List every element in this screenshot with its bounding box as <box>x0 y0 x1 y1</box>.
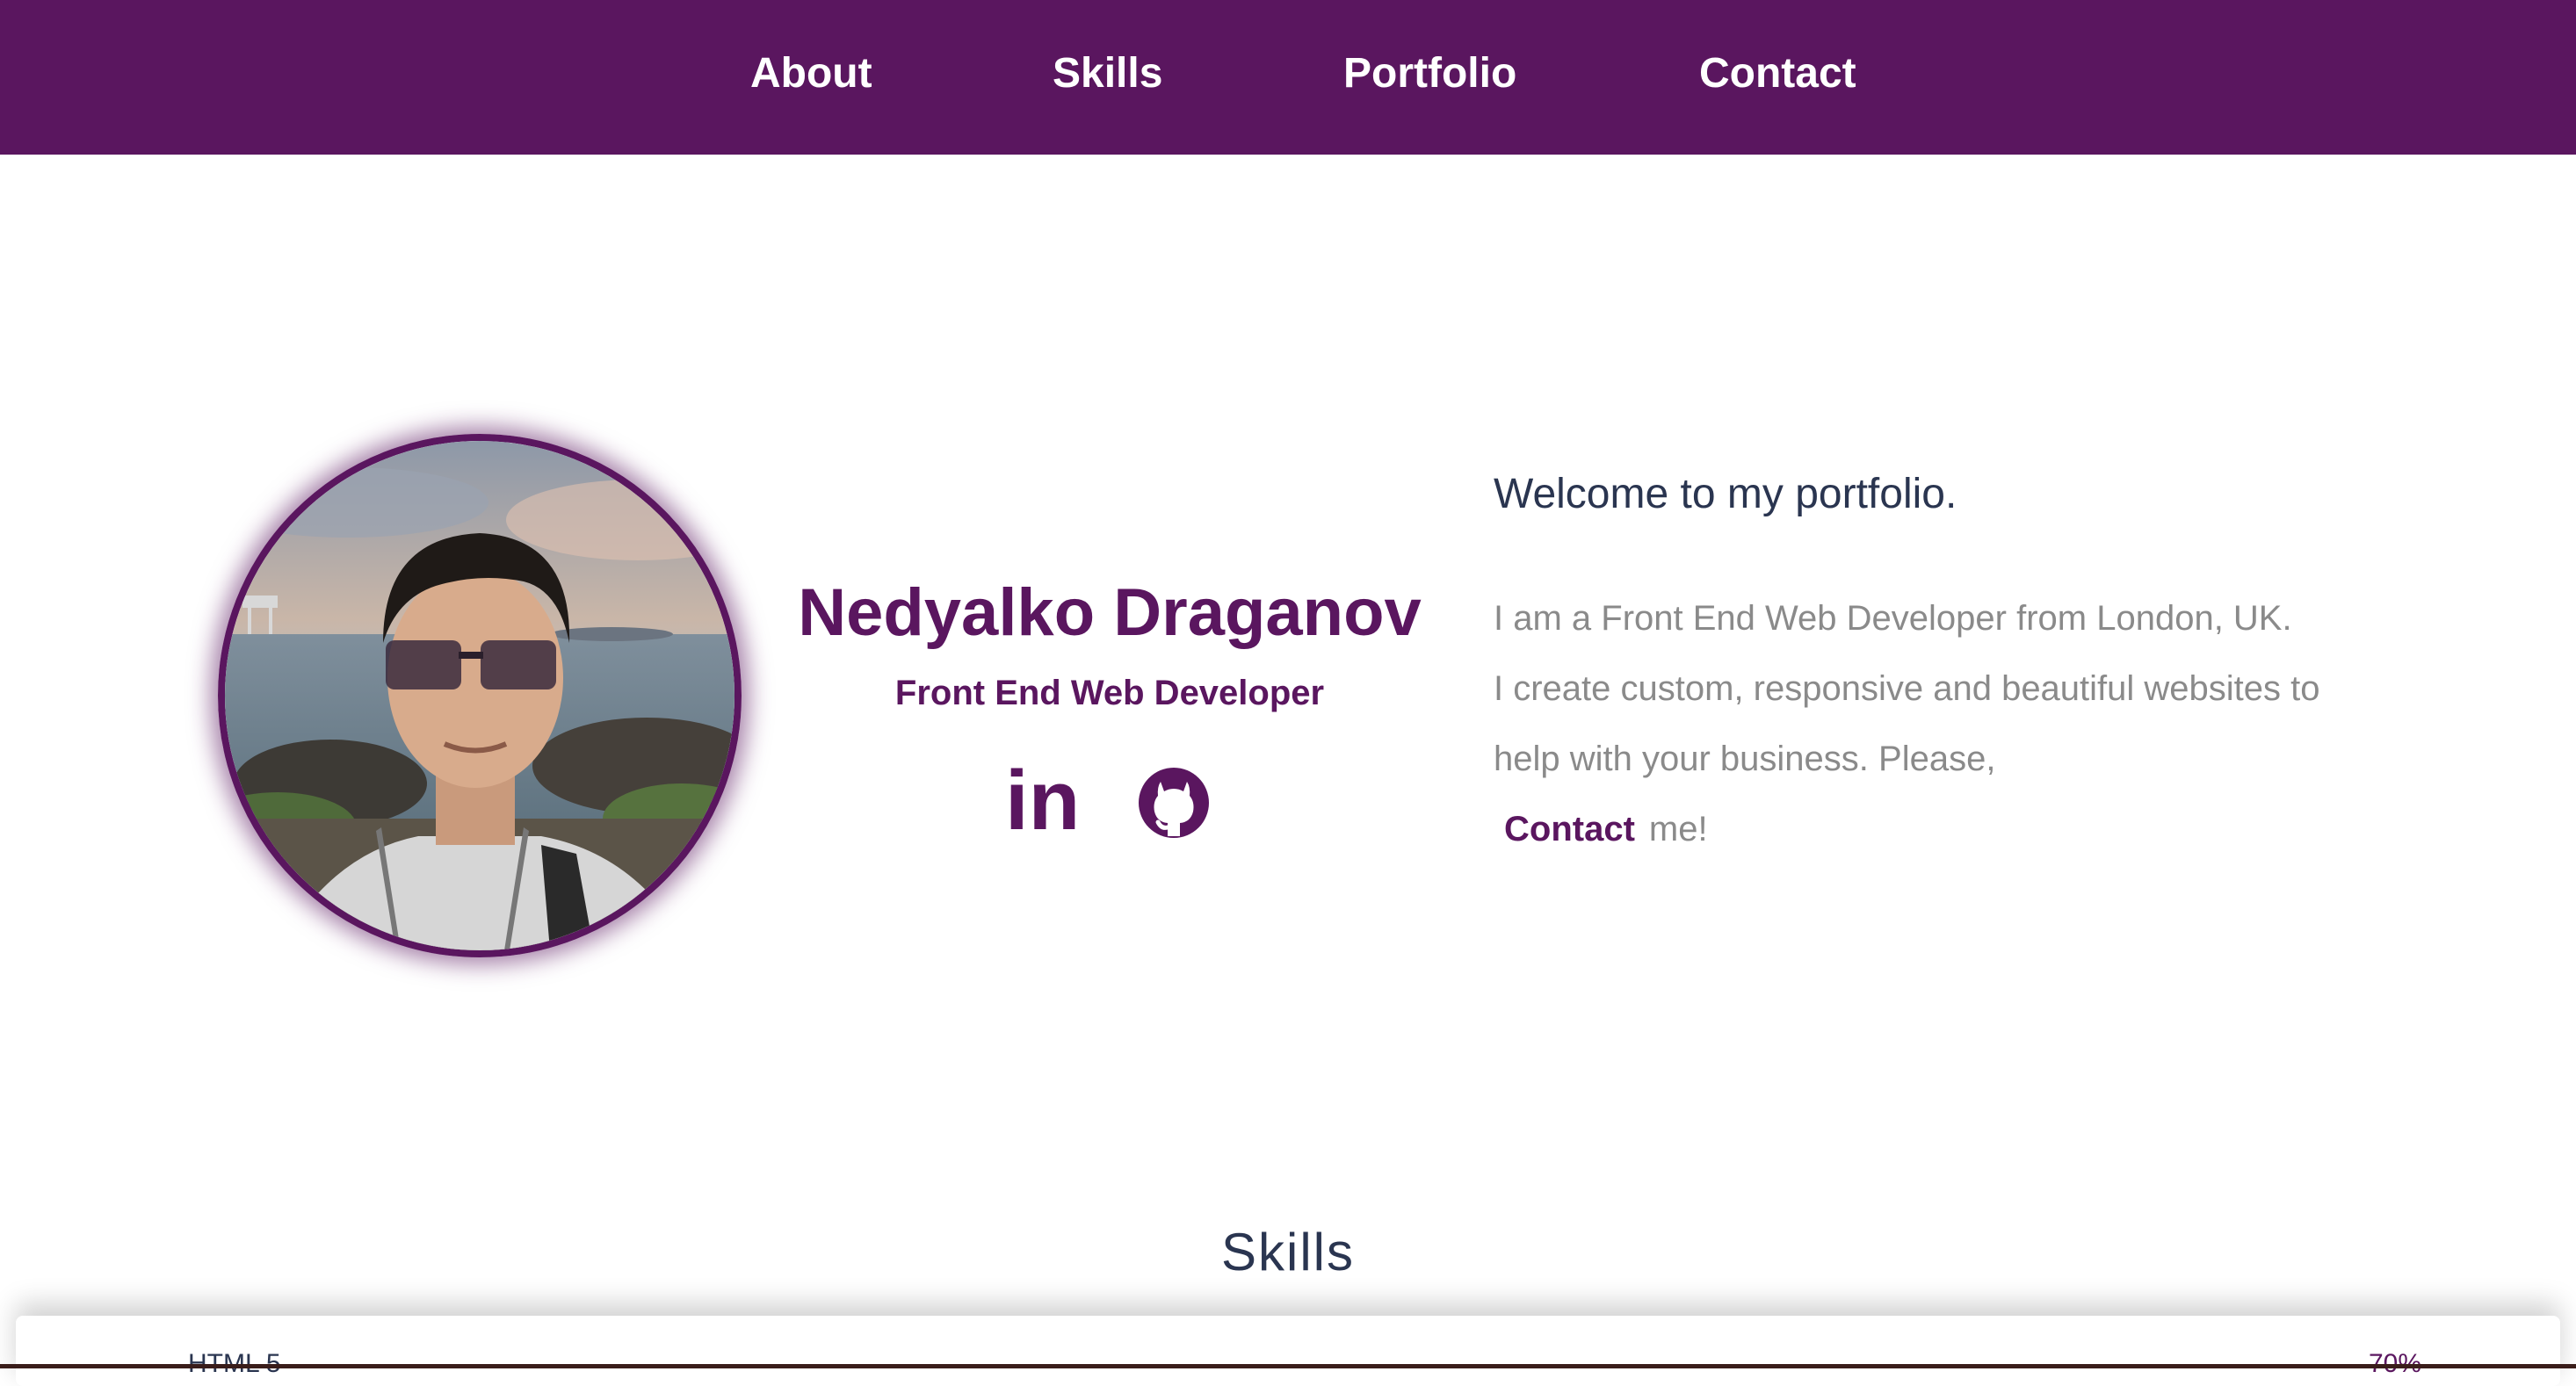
profile-photo <box>218 434 742 957</box>
intro-line-1: I am a Front End Web Developer from Lond… <box>1494 599 2292 638</box>
github-icon <box>1139 768 1209 838</box>
top-navbar: About Skills Portfolio Contact <box>0 0 2576 155</box>
contact-link[interactable]: Contact <box>1504 810 1635 848</box>
nav-link-contact[interactable]: Contact <box>1699 46 1856 102</box>
developer-name: Nedyalko Draganov <box>798 575 1422 650</box>
profile-photo-illustration <box>225 441 734 950</box>
nav-link-skills[interactable]: Skills <box>1053 46 1162 102</box>
intro-line-2: I create custom, responsive and beautifu… <box>1494 653 2337 864</box>
intro-text: I am a Front End Web Developer from Lond… <box>1494 583 2337 864</box>
linkedin-link[interactable]: in <box>1005 754 1080 848</box>
intro-end-text: me! <box>1648 810 1708 848</box>
intro-line-2-text: I create custom, responsive and beautifu… <box>1494 669 2320 778</box>
nav-link-portfolio[interactable]: Portfolio <box>1343 46 1516 102</box>
github-link[interactable] <box>1137 761 1211 845</box>
linkedin-icon: in <box>1005 754 1080 848</box>
skills-heading: Skills <box>1220 1223 1355 1281</box>
bottom-strip <box>0 1364 2576 1368</box>
svg-text:in: in <box>1005 761 1077 845</box>
skills-card: HTML 5 70% <box>16 1316 2560 1386</box>
developer-role: Front End Web Developer <box>894 674 1325 712</box>
welcome-heading: Welcome to my portfolio. <box>1494 471 1957 517</box>
nav-link-about[interactable]: About <box>750 46 872 102</box>
